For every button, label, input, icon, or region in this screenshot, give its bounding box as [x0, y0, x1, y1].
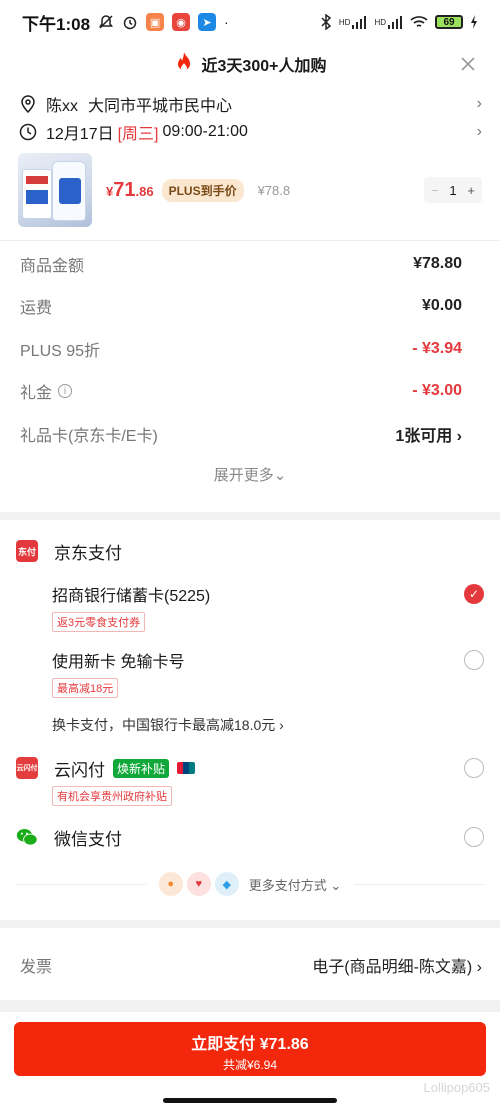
status-time: 下午1:08 — [22, 14, 91, 34]
charging-icon — [470, 15, 478, 29]
payment-app-icon: ● — [158, 872, 183, 896]
address-detail: 大同市平城市民中心 — [88, 98, 233, 115]
payment-app-icon: ♥ — [186, 872, 211, 896]
pay-now-button[interactable]: 立即支付 ¥71.86 共减¥6.94 — [14, 1022, 486, 1076]
address-row[interactable]: 陈xx 大同市平城市民中心 › — [18, 90, 482, 118]
total-discount: 共减¥6.94 — [222, 1058, 278, 1072]
signal-icon: HD — [374, 15, 403, 29]
product-price: ¥ 71 .86 — [106, 178, 154, 201]
payment-methods-card: 东付 京东支付 招商银行储蓄卡(5225) ✓ 返3元零食支付券 使用新卡 免输… — [0, 520, 500, 920]
fee-row-gift-money[interactable]: 礼金 i - ¥3.00 — [20, 377, 462, 405]
radio-unchecked-icon[interactable] — [464, 650, 484, 670]
jd-pay-header: 东付 京东支付 — [16, 536, 484, 566]
pay-option-yunshanfu[interactable]: 云闪付 云闪付 焕新补贴 — [16, 753, 484, 783]
promo-tag: 有机会享贵州政府补贴 — [52, 786, 172, 806]
status-bar: 下午1:08 ▣ ◉ ➤ · HD HD 69 — [0, 0, 500, 44]
location-pin-icon — [18, 94, 38, 114]
increase-quantity-button[interactable]: + — [467, 183, 475, 198]
invoice-row[interactable]: 发票 电子(商品明细-陈文嘉) › — [20, 952, 482, 978]
fee-row-gift-card[interactable]: 礼品卡(京东卡/E卡) 1张可用 › — [20, 420, 462, 448]
flame-icon — [174, 51, 194, 78]
delivery-time-range: 09:00-21:00 — [162, 123, 248, 140]
delivery-time-row[interactable]: 12月17日 [周三] 09:00-21:00 › — [18, 118, 482, 146]
delivery-date: 12月17日 — [46, 126, 114, 143]
app-notification-icon: ▣ — [146, 13, 165, 31]
plus-price-badge: PLUS到手价 — [161, 178, 244, 202]
signal-icon: HD — [339, 15, 368, 29]
bottom-bar: 立即支付 ¥71.86 共减¥6.94 Lollipop605 — [0, 1012, 500, 1111]
battery-icon: 69 — [435, 15, 463, 29]
quantity-stepper: − 1 + — [424, 177, 482, 203]
subsidy-badge: 焕新补贴 — [113, 758, 170, 778]
fee-row-shipping: 运费 ¥0.00 — [20, 297, 462, 317]
quantity-value[interactable]: 1 — [449, 183, 456, 198]
watermark: Lollipop605 — [423, 1080, 490, 1095]
promo-tag: 返3元零食支付券 — [52, 612, 146, 632]
radio-unchecked-icon[interactable] — [464, 827, 484, 847]
pay-option-wechat[interactable]: 微信支付 — [16, 822, 484, 852]
bluetooth-icon — [320, 14, 332, 30]
decrease-quantity-button[interactable]: − — [431, 183, 439, 198]
jd-pay-icon: 东付 — [16, 540, 38, 562]
divider — [0, 240, 500, 241]
yunshanfu-icon: 云闪付 — [16, 757, 38, 779]
switch-card-link[interactable]: 换卡支付，中国银行卡最高减18.0元 › — [52, 715, 284, 735]
pay-now-label: 立即支付 ¥71.86 — [191, 1036, 309, 1053]
sheet-header: 近3天300+人加购 — [0, 44, 500, 84]
original-price: ¥78.8 — [257, 182, 291, 198]
pay-option-cmb-card[interactable]: 招商银行储蓄卡(5225) ✓ — [52, 583, 484, 605]
more-payment-methods[interactable]: ● ♥ ◆ 更多支付方式 ⌄ — [0, 872, 500, 896]
recipient-name: 陈xx — [46, 98, 79, 115]
header-title: 近3天300+人加购 — [201, 58, 327, 75]
wifi-icon — [410, 15, 428, 29]
alarm-icon — [122, 14, 138, 30]
chevron-right-icon: › — [476, 95, 482, 112]
unionpay-icon — [177, 762, 196, 774]
radio-checked-icon[interactable]: ✓ — [464, 584, 484, 604]
fee-row-plus-discount: PLUS 95折 - ¥3.94 — [20, 340, 462, 360]
delivery-weekday: [周三] — [117, 126, 159, 143]
wechat-pay-icon — [16, 826, 38, 848]
app-notification-icon: ➤ — [198, 13, 217, 31]
info-icon[interactable]: i — [58, 384, 73, 398]
pay-option-new-card[interactable]: 使用新卡 免输卡号 — [52, 649, 484, 671]
app-notification-icon: ◉ — [172, 13, 191, 31]
more-notifications-dot: · — [224, 14, 229, 30]
product-image[interactable] — [18, 153, 92, 227]
chevron-right-icon: › — [476, 123, 482, 140]
promo-tag: 最高减18元 — [52, 678, 119, 698]
invoice-card: 发票 电子(商品明细-陈文嘉) › — [0, 928, 500, 1000]
product-row: ¥ 71 .86 PLUS到手价 ¥78.8 − 1 + — [18, 152, 482, 228]
order-summary-card: 陈xx 大同市平城市民中心 › 12月17日 [周三] 09:00-21:00 … — [0, 84, 500, 512]
home-indicator[interactable] — [163, 1098, 337, 1103]
mute-bell-icon — [98, 14, 114, 30]
expand-more-button[interactable]: 展开更多⌄ — [0, 464, 500, 485]
close-icon — [461, 57, 475, 71]
fee-row-goods-amount: 商品金额 ¥78.80 — [20, 255, 462, 275]
radio-unchecked-icon[interactable] — [464, 758, 484, 778]
close-button[interactable] — [456, 52, 480, 76]
payment-app-icon: ◆ — [214, 872, 239, 896]
clock-icon — [18, 122, 38, 142]
